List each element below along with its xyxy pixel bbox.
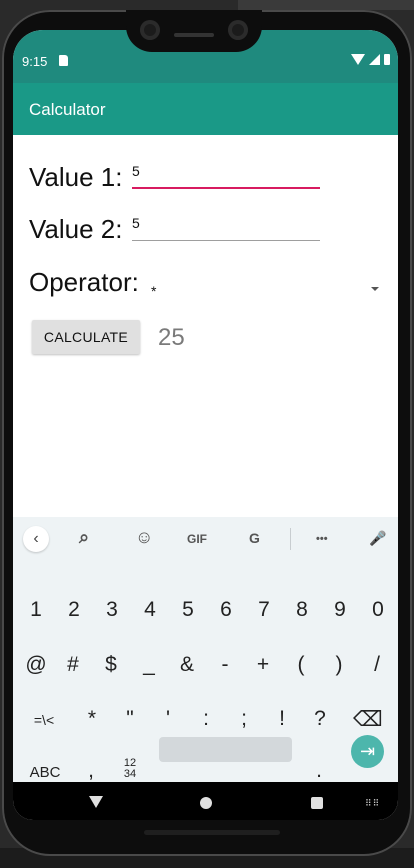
value2-text: 5 <box>132 215 140 231</box>
value1-underline <box>132 187 320 189</box>
operator-spinner[interactable]: * <box>151 283 156 299</box>
status-time: 9:15 <box>22 54 48 69</box>
front-camera-icon <box>140 20 160 40</box>
app-title: Calculator <box>29 100 106 119</box>
toolbar-divider <box>290 528 291 550</box>
backspace-icon[interactable]: ⌫ <box>353 707 383 732</box>
result-text: 25 <box>158 324 185 351</box>
earpiece-speaker <box>174 33 214 37</box>
operator-label: Operator: <box>29 267 139 297</box>
value2-underline <box>132 240 320 241</box>
key-question[interactable]: ? <box>311 707 329 731</box>
key-7[interactable]: 7 <box>256 598 272 622</box>
enter-icon[interactable]: ⇥ <box>351 735 384 768</box>
translate-icon[interactable]: G <box>249 530 260 546</box>
signal-icon <box>369 54 380 65</box>
key-exclamation[interactable]: ! <box>273 707 291 731</box>
gif-icon[interactable]: GIF <box>187 532 207 546</box>
key-close-paren[interactable]: ) <box>330 653 348 677</box>
calculate-button[interactable]: CALCULATE <box>32 320 140 354</box>
key-6[interactable]: 6 <box>218 598 234 622</box>
key-hash[interactable]: # <box>64 653 82 677</box>
nav-bar: ⠿⠿ <box>13 782 398 820</box>
battery-icon <box>384 54 390 65</box>
key-numpad[interactable]: 12 34 <box>117 758 143 780</box>
keyboard-toolbar: ‹ ⌕ ☺ GIF G ••• 🎤 <box>13 517 398 561</box>
key-dollar[interactable]: $ <box>102 653 120 677</box>
key-asterisk[interactable]: * <box>83 707 101 731</box>
key-underscore[interactable]: _ <box>140 653 158 677</box>
more-icon[interactable]: ••• <box>316 533 328 545</box>
key-open-paren[interactable]: ( <box>292 653 310 677</box>
bottom-speaker <box>144 830 280 835</box>
value1-text: 5 <box>132 163 140 179</box>
key-plus[interactable]: + <box>254 653 272 677</box>
key-at[interactable]: @ <box>25 653 47 677</box>
app-bar: Calculator <box>13 83 398 135</box>
keyboard-switch-icon[interactable]: ⠿⠿ <box>365 798 380 809</box>
camera-notch <box>126 10 262 52</box>
key-colon[interactable]: : <box>197 707 215 731</box>
status-icons <box>351 54 390 65</box>
key-1[interactable]: 1 <box>28 598 44 622</box>
key-period[interactable]: . <box>313 759 325 783</box>
key-minus[interactable]: - <box>216 653 234 677</box>
key-3[interactable]: 3 <box>104 598 120 622</box>
key-semicolon[interactable]: ; <box>235 707 253 731</box>
key-8[interactable]: 8 <box>294 598 310 622</box>
dropdown-arrow-icon[interactable] <box>371 287 379 291</box>
key-5[interactable]: 5 <box>180 598 196 622</box>
recents-icon[interactable] <box>311 797 323 809</box>
sim-card-icon <box>59 55 68 66</box>
background-top <box>238 0 414 10</box>
key-comma[interactable]: , <box>85 759 97 783</box>
key-ampersand[interactable]: & <box>178 653 196 677</box>
key-slash[interactable]: / <box>368 653 386 677</box>
key-9[interactable]: 9 <box>332 598 348 622</box>
key-single-quote[interactable]: ' <box>159 707 177 731</box>
back-icon[interactable] <box>89 796 103 808</box>
phone-frame: 9:15 Calculator Value 1: 5 Value 2: 5 Op… <box>2 10 412 856</box>
value1-label: Value 1: <box>29 162 123 192</box>
mic-icon[interactable]: 🎤 <box>369 530 386 547</box>
sticker-icon[interactable]: ☺ <box>135 527 153 548</box>
key-0[interactable]: 0 <box>370 598 386 622</box>
key-abc[interactable]: ABC <box>25 764 65 781</box>
keyboard: ‹ ⌕ ☺ GIF G ••• 🎤 1 2 3 4 5 6 7 8 9 0 @ … <box>13 517 398 782</box>
value2-input[interactable]: 5 <box>132 215 320 241</box>
space-bar[interactable] <box>159 737 292 762</box>
chevron-left-icon[interactable]: ‹ <box>23 526 49 552</box>
front-camera-icon <box>228 20 248 40</box>
key-2[interactable]: 2 <box>66 598 82 622</box>
wifi-icon <box>351 54 365 65</box>
screen: 9:15 Calculator Value 1: 5 Value 2: 5 Op… <box>13 30 398 820</box>
key-double-quote[interactable]: " <box>121 707 139 731</box>
key-symbols-toggle[interactable]: =\< <box>29 712 59 728</box>
value1-input[interactable]: 5 <box>132 163 320 189</box>
search-icon[interactable]: ⌕ <box>79 527 89 548</box>
value2-label: Value 2: <box>29 214 123 244</box>
home-icon[interactable] <box>200 797 212 809</box>
key-4[interactable]: 4 <box>142 598 158 622</box>
